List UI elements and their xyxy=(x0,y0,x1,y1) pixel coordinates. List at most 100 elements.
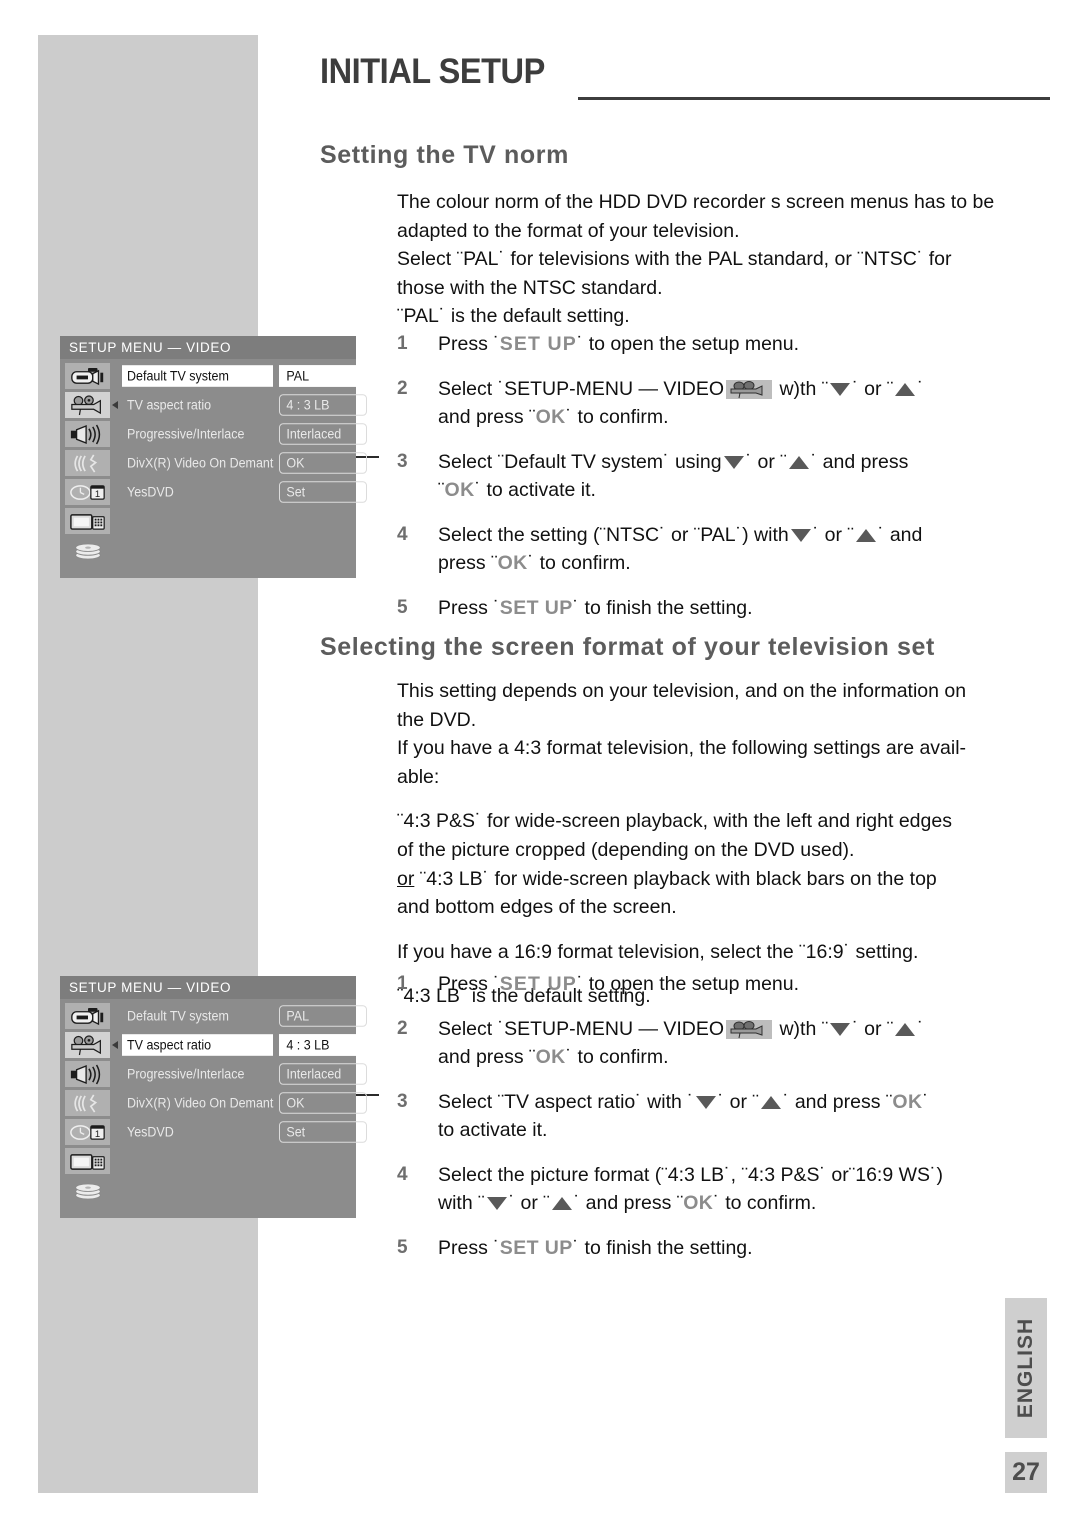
clock-calendar-icon[interactable]: 1 xyxy=(65,1119,110,1145)
step-text-fragment: press ¨ xyxy=(438,552,498,574)
menu-row-yesdvd[interactable]: YesDVD Set xyxy=(122,1119,368,1145)
paragraph-line: If you have a 4:3 format television, the… xyxy=(397,737,967,760)
menu-row-tv-aspect-ratio[interactable]: TV aspect ratio 4 : 3 LB xyxy=(112,392,368,418)
step-text-fragment: w)th ¨ xyxy=(779,1018,829,1040)
paragraph-line: ¨PAL˙ is the default setting. xyxy=(397,305,630,328)
step-text: Press ˙SET UP˙ to open the setup menu. xyxy=(438,973,800,995)
step-text-fragment: ˙ to finish the setting. xyxy=(572,1237,753,1259)
menu-row-divx-video-on-demand[interactable]: DivX(R) Video On Demant OK xyxy=(122,450,368,476)
menu-row-value[interactable]: OK xyxy=(279,452,368,474)
step-item: 2 Select ˙SETUP-MENU — VIDEO w)th ¨ ˙ or … xyxy=(397,1015,1025,1071)
menu-row-yesdvd[interactable]: YesDVD Set xyxy=(122,479,368,505)
menu-row-divx-video-on-demand[interactable]: DivX(R) Video On Demant OK xyxy=(122,1090,368,1116)
speaker-icon[interactable] xyxy=(65,1061,110,1087)
step-item: 5 Press ˙SET UP˙ to finish the setting. xyxy=(397,594,1025,622)
step-item: 3 Select ¨Default TV system˙ using ˙ or ¨… xyxy=(397,448,1025,504)
step-text-fragment: Select ˙SETUP-MENU — VIDEO xyxy=(438,1018,725,1040)
step-text-fragment: ˙ xyxy=(917,1018,924,1040)
selection-caret-icon xyxy=(112,1041,118,1049)
step-text: Press ˙SET UP˙ to finish the setting. xyxy=(438,1237,753,1259)
setup-key-label: SET UP xyxy=(499,333,577,355)
menu-row-default-tv-system[interactable]: Default TV system PAL xyxy=(122,1003,368,1029)
step-number: 4 xyxy=(397,524,408,545)
menu-row-value[interactable]: Set xyxy=(279,1121,368,1143)
section-heading-screen-format: Selecting the screen format of your tele… xyxy=(320,633,935,661)
step-text: Press ˙SET UP˙ to open the setup menu. xyxy=(438,333,800,355)
svg-text:1: 1 xyxy=(94,1129,99,1140)
film-camera-icon xyxy=(726,1019,773,1039)
arrow-up-icon xyxy=(895,383,916,396)
paragraph-line-rest: ¨4:3 LB˙ for wide-screen playback with b… xyxy=(419,867,937,890)
clock-calendar-icon[interactable]: 1 xyxy=(65,479,110,505)
step-text-fragment: ˙ or ¨ xyxy=(852,1018,894,1040)
tv-keypad-icon[interactable] xyxy=(65,508,110,534)
paragraph-line: The colour norm of the HDD DVD recorder … xyxy=(397,191,995,213)
step-text-fragment: ˙ to activate it. xyxy=(474,479,596,501)
menu-row-progressive-interlace[interactable]: Progressive/Interlace Interlaced xyxy=(122,421,368,447)
arrow-down-icon xyxy=(723,456,744,469)
sound-waves-icon[interactable] xyxy=(65,1090,110,1116)
menu-row-value[interactable]: 4 : 3 LB xyxy=(279,394,368,416)
left-decorative-band xyxy=(38,35,258,1493)
speaker-icon[interactable] xyxy=(65,421,110,447)
menu-row-label: DivX(R) Video On Demant xyxy=(127,455,274,471)
film-camera-icon[interactable] xyxy=(65,392,110,418)
section-heading-tv-norm: Setting the TV norm xyxy=(320,141,569,169)
paragraph-line: adapted to the format of your television… xyxy=(397,219,740,242)
step-text-fragment: ˙ or ¨ xyxy=(745,451,787,473)
step-number: 4 xyxy=(397,1164,408,1185)
paragraph-line: or ¨4:3 LB˙ for wide-screen playback wit… xyxy=(397,865,1022,894)
menu-row-label: YesDVD xyxy=(127,484,174,500)
step-text-fragment: Press xyxy=(438,333,488,355)
menu-row-value[interactable]: PAL xyxy=(279,1005,368,1027)
setup-menu-icon-column: 1 xyxy=(65,1003,110,1206)
disc-stack-icon[interactable] xyxy=(65,537,110,563)
menu-row-value[interactable]: OK xyxy=(279,1092,368,1114)
step-number: 1 xyxy=(397,333,408,354)
menu-row-value[interactable]: Interlaced xyxy=(279,1063,368,1085)
step-text: Select the picture format (¨4:3 LB˙, ¨4:… xyxy=(438,1161,1025,1217)
camcorder-icon[interactable] xyxy=(65,363,110,389)
disc-stack-icon[interactable] xyxy=(65,1177,110,1203)
paragraph-line: ¨4:3 P&S˙ for wide-screen playback, with… xyxy=(397,810,952,833)
paragraph-line: those with the NTSC standard. xyxy=(397,276,663,299)
ok-key-label: OK xyxy=(535,1046,566,1068)
step-text-fragment: Select the setting (¨NTSC˙ or ¨PAL˙) wit… xyxy=(438,524,789,546)
step-item: 2 Select ˙SETUP-MENU — VIDEO w)th ¨ ˙ or … xyxy=(397,375,1025,431)
paragraph-line: If you have a 16:9 format television, se… xyxy=(397,940,919,963)
setup-key-label: SET UP xyxy=(499,597,573,619)
step-text-fragment: with ¨ xyxy=(438,1192,485,1214)
page-header: INITIAL SETUP xyxy=(320,52,1050,106)
setup-menu-screenshot-2: SETUP MENU — VIDEO 1 Default TV system P… xyxy=(60,976,368,1218)
film-camera-icon[interactable] xyxy=(65,1032,110,1058)
tv-keypad-icon[interactable] xyxy=(65,1148,110,1174)
menu-row-progressive-interlace[interactable]: Progressive/Interlace Interlaced xyxy=(122,1061,368,1087)
camcorder-icon[interactable] xyxy=(65,1003,110,1029)
paragraph-line: the DVD. xyxy=(397,708,477,731)
step-number: 5 xyxy=(397,597,408,618)
menu-row-value[interactable]: 4 : 3 LB xyxy=(279,1034,368,1056)
step-text-fragment: ˙ or ¨ xyxy=(508,1192,550,1214)
step-text-fragment: ˙ and press ¨ xyxy=(782,1091,893,1113)
menu-row-value[interactable]: Interlaced xyxy=(279,423,368,445)
step-item: 4 Select the picture format (¨4:3 LB˙, ¨… xyxy=(397,1161,1025,1217)
paragraph-line: and bottom edges of the screen. xyxy=(397,896,677,919)
menu-row-value[interactable]: PAL xyxy=(279,365,368,387)
step-text-fragment: ˙ to confirm. xyxy=(527,552,631,574)
sound-waves-icon[interactable] xyxy=(65,450,110,476)
setup-menu-body: 1 Default TV system PAL TV aspect ratio … xyxy=(60,359,368,578)
menu-row-label: Default TV system xyxy=(127,1008,229,1024)
menu-row-label: YesDVD xyxy=(127,1124,174,1140)
setup-menu-body: 1 Default TV system PAL TV aspect ratio … xyxy=(60,999,368,1218)
arrow-up-icon xyxy=(551,1197,572,1210)
menu-row-default-tv-system[interactable]: Default TV system PAL xyxy=(122,363,368,389)
paragraph-line: of the picture cropped (depending on the… xyxy=(397,838,855,861)
page-title: INITIAL SETUP xyxy=(320,52,545,91)
step-text: Press ˙SET UP˙ to finish the setting. xyxy=(438,597,753,619)
step-text: Select ¨Default TV system˙ using ˙ or ¨ ˙ … xyxy=(438,448,1025,504)
step-text-fragment: ˙ xyxy=(917,378,924,400)
page-number: 27 xyxy=(1005,1452,1047,1493)
arrow-down-icon xyxy=(830,383,851,396)
menu-row-value[interactable]: Set xyxy=(279,481,368,503)
menu-row-tv-aspect-ratio[interactable]: TV aspect ratio 4 : 3 LB xyxy=(112,1032,368,1058)
